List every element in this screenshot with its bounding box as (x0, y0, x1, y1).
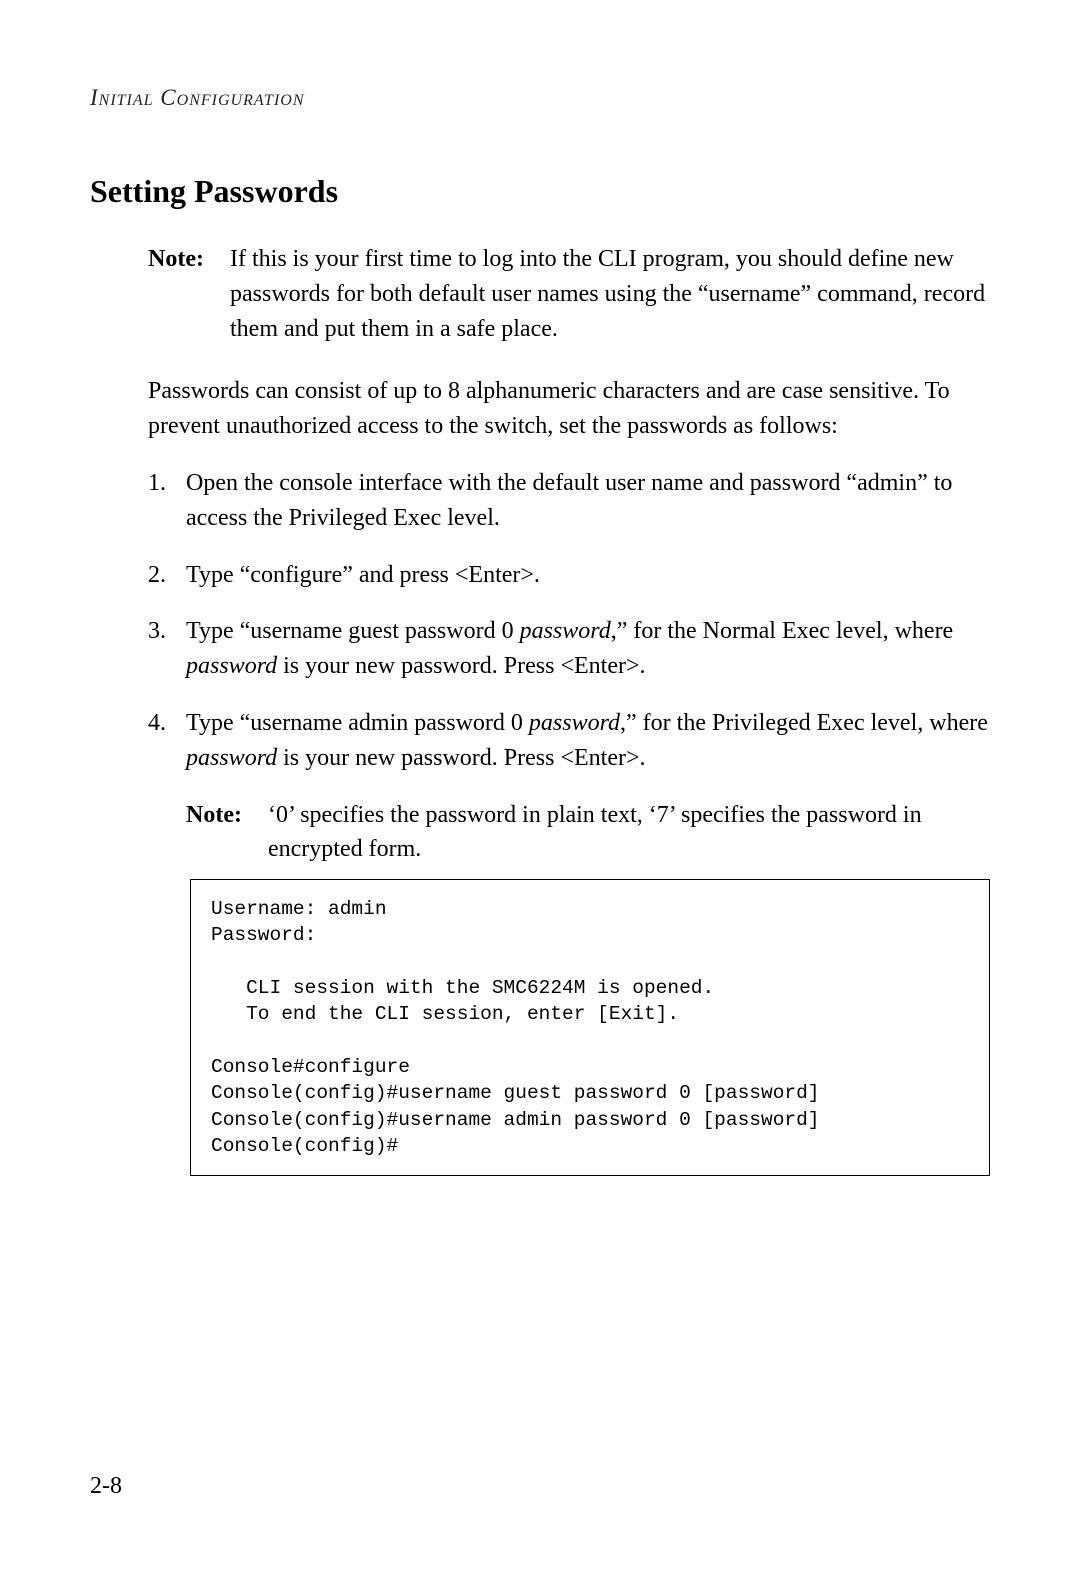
code-block: Username: admin Password: CLI session wi… (190, 879, 990, 1176)
steps-list: 1.Open the console interface with the de… (148, 466, 990, 776)
content-body: Note: If this is your first time to log … (148, 242, 990, 867)
step-text: Type “username admin password 0 password… (186, 706, 990, 776)
note-text: ‘0’ specifies the password in plain text… (268, 798, 990, 868)
top-note: Note: If this is your first time to log … (148, 242, 990, 346)
italic-text: password (186, 653, 277, 679)
intro-paragraph: Passwords can consist of up to 8 alphanu… (148, 374, 990, 444)
step-number: 1. (148, 466, 186, 536)
italic-text: password (186, 745, 277, 771)
text-segment: ,” for the Normal Exec level, where (611, 618, 954, 644)
inner-note: Note: ‘0’ specifies the password in plai… (186, 798, 990, 868)
italic-text: password (520, 618, 611, 644)
list-item: 2.Type “configure” and press <Enter>. (148, 558, 990, 593)
text-segment: Open the console interface with the defa… (186, 470, 952, 531)
note-label: Note: (148, 242, 230, 346)
step-text: Open the console interface with the defa… (186, 466, 990, 536)
step-number: 3. (148, 614, 186, 684)
chapter-header: Initial Configuration (90, 85, 990, 111)
step-number: 2. (148, 558, 186, 593)
list-item: 4.Type “username admin password 0 passwo… (148, 706, 990, 776)
italic-text: password (529, 710, 620, 736)
list-item: 3.Type “username guest password 0 passwo… (148, 614, 990, 684)
list-item: 1.Open the console interface with the de… (148, 466, 990, 536)
text-segment: is your new password. Press <Enter>. (277, 745, 645, 771)
section-title: Setting Passwords (90, 173, 990, 210)
note-label: Note: (186, 798, 268, 868)
text-segment: Type “username admin password 0 (186, 710, 529, 736)
step-text: Type “username guest password 0 password… (186, 614, 990, 684)
text-segment: Type “username guest password 0 (186, 618, 520, 644)
note-text: If this is your first time to log into t… (230, 242, 990, 346)
step-text: Type “configure” and press <Enter>. (186, 558, 990, 593)
text-segment: Type “configure” and press <Enter>. (186, 562, 540, 588)
page-number: 2-8 (90, 1473, 122, 1500)
step-number: 4. (148, 706, 186, 776)
text-segment: ,” for the Privileged Exec level, where (620, 710, 988, 736)
text-segment: is your new password. Press <Enter>. (277, 653, 645, 679)
